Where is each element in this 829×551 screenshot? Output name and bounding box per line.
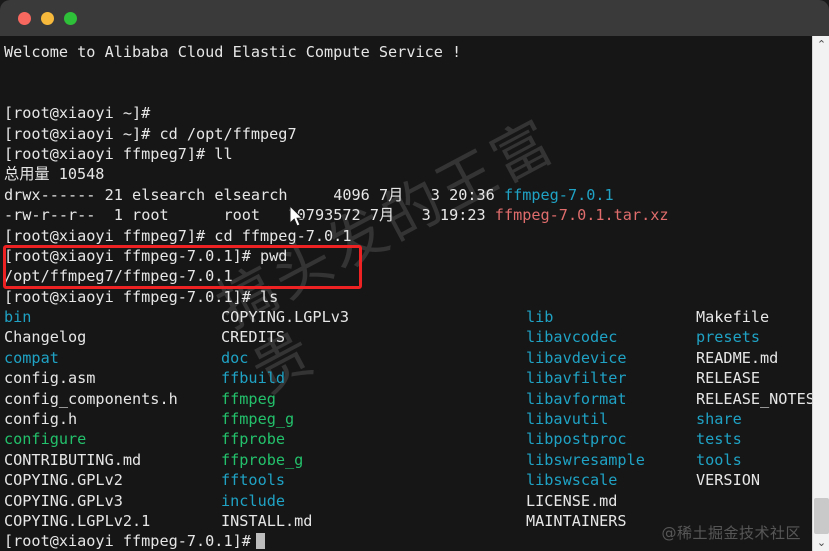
- ls-entry: fftools: [221, 471, 286, 490]
- ls-row: compat doc libavdevice README.md: [4, 348, 812, 368]
- terminal-window: Welcome to Alibaba Cloud Elastic Compute…: [0, 0, 829, 551]
- ll-time: 19:23: [439, 206, 486, 225]
- ls-entry: libavfilter: [526, 369, 627, 388]
- ll-month: 7月: [369, 206, 395, 225]
- ll-links: 21: [104, 185, 123, 204]
- command-cd-ffmpeg7: [root@xiaoyi ~]# cd /opt/ffmpeg7: [4, 124, 297, 143]
- ls-row: COPYING.GPLv3 include LICENSE.md: [4, 491, 812, 511]
- ls-entry: VERSION: [696, 471, 761, 490]
- ll-row: drwx------ 21 elsearch elsearch 4096 7月 …: [4, 185, 812, 205]
- ls-row: config.h ffmpeg_g libavutil share: [4, 409, 812, 429]
- welcome-message: Welcome to Alibaba Cloud Elastic Compute…: [4, 43, 462, 61]
- ls-entry: RELEASE_NOTES: [696, 389, 812, 408]
- ls-entry: libavformat: [526, 389, 627, 408]
- ls-entry: libswscale: [526, 471, 618, 490]
- ls-entry: libswresample: [526, 450, 645, 469]
- ll-size: 10793572: [287, 206, 361, 225]
- ls-entry: COPYING.LGPLv3: [221, 308, 350, 327]
- ls-row: COPYING.LGPLv2.1 INSTALL.md MAINTAINERS: [4, 511, 812, 531]
- ls-entry: README.md: [696, 348, 779, 367]
- ll-links: 1: [113, 206, 123, 225]
- ls-row: config_components.h ffmpeg libavformat RELE…: [4, 389, 812, 409]
- ll-perms: -rw-r--r--: [4, 206, 96, 225]
- ls-entry: doc: [221, 348, 249, 367]
- ls-row: COPYING.GPLv2 fftools libswscale VERSION: [4, 470, 812, 490]
- ll-total-line: 总用量 10548: [4, 165, 105, 184]
- ls-entry: config_components.h: [4, 389, 178, 408]
- ls-row: Changelog CREDITS libavcodec presets: [4, 327, 812, 347]
- prompt-line-idle: [root@xiaoyi ~]#: [4, 104, 151, 123]
- ls-row: bin COPYING.LGPLv3 lib Makefile: [4, 307, 812, 327]
- ls-entry: CONTRIBUTING.md: [4, 450, 142, 469]
- ls-entry: tests: [696, 430, 742, 449]
- ls-entry: config.h: [4, 410, 78, 429]
- maximize-button[interactable]: [64, 12, 77, 25]
- ls-entry: bin: [4, 308, 32, 327]
- ls-entry: compat: [4, 348, 59, 367]
- command-cd-ffmpeg-version: [root@xiaoyi ffmpeg7]# cd ffmpeg-7.0.1: [4, 226, 352, 245]
- ls-entry: COPYING.LGPLv2.1: [4, 511, 151, 530]
- final-prompt-text: [root@xiaoyi ffmpeg-7.0.1]#: [4, 532, 251, 551]
- ls-entry: INSTALL.md: [221, 511, 313, 530]
- ls-entry: tools: [696, 450, 742, 469]
- ls-output-grid: bin COPYING.LGPLv3 lib Makefile Changelog CRE…: [4, 307, 812, 531]
- ls-row: CONTRIBUTING.md ffprobe_g libswresample too…: [4, 450, 812, 470]
- ll-day: 3: [430, 185, 440, 204]
- ls-entry: LICENSE.md: [526, 491, 618, 510]
- ls-entry: COPYING.GPLv3: [4, 491, 123, 510]
- ls-entry: config.asm: [4, 369, 96, 388]
- ls-entry: share: [696, 410, 742, 429]
- scrollbar-thumb[interactable]: [814, 498, 829, 534]
- ll-month: 7月: [378, 185, 404, 204]
- ls-entry: COPYING.GPLv2: [4, 471, 123, 490]
- vertical-scrollbar[interactable]: ⌃ ⌄: [812, 36, 829, 551]
- ls-row: configure ffprobe libpostproc tests: [4, 429, 812, 449]
- ls-entry: Changelog: [4, 328, 87, 347]
- ls-entry: ffbuild: [221, 369, 286, 388]
- ll-owner: root: [132, 206, 169, 225]
- ls-entry: libavcodec: [526, 328, 618, 347]
- ls-entry: Makefile: [696, 308, 770, 327]
- command-pwd: [root@xiaoyi ffmpeg-7.0.1]# pwd: [4, 246, 288, 265]
- ls-entry: libavdevice: [526, 348, 627, 367]
- terminal-output-area[interactable]: Welcome to Alibaba Cloud Elastic Compute…: [0, 36, 812, 551]
- ls-entry: ffprobe_g: [221, 450, 304, 469]
- ls-row: config.asm ffbuild libavfilter RELEASE: [4, 368, 812, 388]
- ll-perms: drwx------: [4, 185, 96, 204]
- ls-entry: presets: [696, 328, 761, 347]
- window-controls: [18, 12, 77, 25]
- ls-entry: configure: [4, 430, 87, 449]
- pwd-output: /opt/ffmpeg7/ffmpeg-7.0.1: [4, 267, 233, 286]
- ls-entry: ffmpeg: [221, 389, 276, 408]
- command-ll: [root@xiaoyi ffmpeg7]# ll: [4, 144, 233, 163]
- ll-day: 3: [421, 206, 431, 225]
- final-prompt-line: [root@xiaoyi ffmpeg-7.0.1]#: [4, 531, 812, 551]
- ll-filename: ffmpeg-7.0.1.tar.xz: [494, 206, 669, 225]
- minimize-button[interactable]: [41, 12, 54, 25]
- scroll-down-icon[interactable]: ⌄: [813, 534, 829, 551]
- ll-time: 20:36: [449, 185, 495, 204]
- ll-group: elsearch: [214, 185, 288, 204]
- ls-entry: ffmpeg_g: [221, 410, 295, 429]
- ls-entry: MAINTAINERS: [526, 511, 627, 530]
- ll-owner: elsearch: [132, 185, 206, 204]
- text-cursor: [255, 533, 265, 550]
- window-titlebar: [0, 0, 829, 36]
- ll-size: 4096: [333, 185, 370, 204]
- ls-entry: ffprobe: [221, 430, 286, 449]
- ll-filename: ffmpeg-7.0.1: [503, 185, 614, 204]
- command-ls: [root@xiaoyi ffmpeg-7.0.1]# ls: [4, 287, 279, 306]
- ls-entry: RELEASE: [696, 369, 761, 388]
- ll-row: -rw-r--r-- 1 root root 10793572 7月 3 19:…: [4, 205, 812, 225]
- scroll-up-icon[interactable]: ⌃: [813, 36, 829, 53]
- close-button[interactable]: [18, 12, 31, 25]
- ls-entry: CREDITS: [221, 328, 286, 347]
- ls-entry: libpostproc: [526, 430, 627, 449]
- ls-entry: lib: [526, 308, 554, 327]
- ls-entry: libavutil: [526, 410, 609, 429]
- ll-group: root: [223, 206, 261, 225]
- ls-entry: include: [221, 491, 286, 510]
